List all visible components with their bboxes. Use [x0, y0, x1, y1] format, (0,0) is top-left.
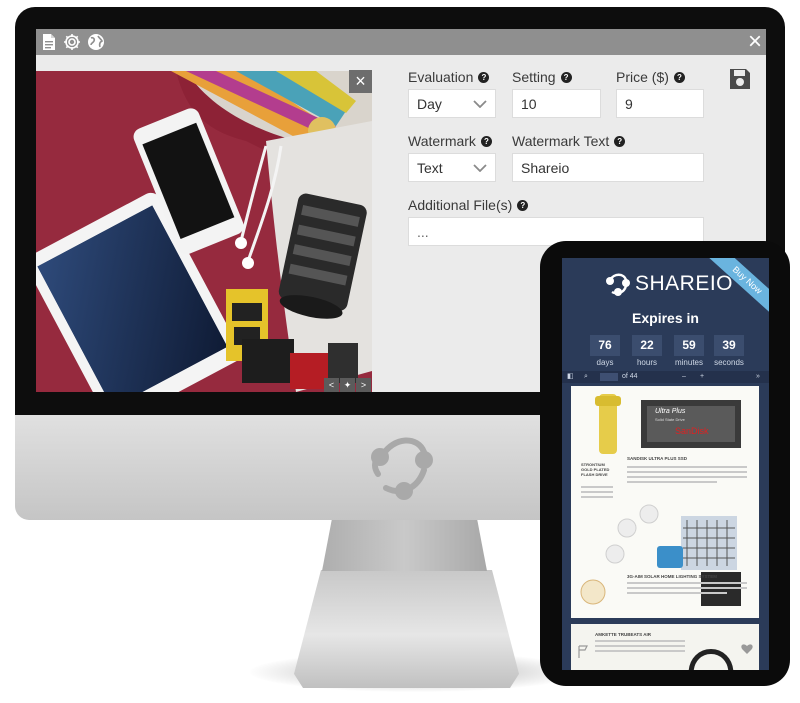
help-icon[interactable]: ?	[673, 71, 685, 83]
shareio-logo-icon	[606, 273, 630, 296]
countdown-unit: hours	[636, 358, 657, 367]
countdown-hours: 22 hours	[632, 335, 662, 367]
phone-screen: Buy Now SHAREIO Expires in 76 days 22 ho…	[562, 258, 769, 670]
text-line	[627, 466, 747, 468]
watermark-text-value: Shareio	[521, 159, 570, 176]
help-icon[interactable]: ?	[614, 135, 626, 147]
evaluation-select[interactable]: Day	[408, 89, 496, 118]
text-line	[627, 471, 747, 473]
preview-image	[36, 71, 372, 392]
preview-fit-button[interactable]: ✦	[340, 378, 355, 392]
page-count: of 44	[622, 373, 638, 380]
watermark-text-label-text: Watermark Text	[512, 133, 610, 149]
more-tools-icon[interactable]: »	[756, 371, 760, 383]
help-icon[interactable]: ?	[478, 71, 490, 83]
preview-next-button[interactable]: >	[356, 378, 371, 392]
price-label-text: Price ($)	[616, 69, 669, 85]
monitor-stand-neck	[322, 519, 487, 571]
countdown-value: 39	[714, 335, 744, 356]
text-line	[627, 592, 727, 594]
chevron-down-icon	[473, 99, 487, 108]
setting-label: Setting ?	[512, 69, 572, 85]
additional-files-value: ...	[417, 223, 429, 240]
countdown-minutes: 59 minutes	[674, 335, 704, 367]
zoom-in-icon[interactable]: +	[700, 371, 704, 383]
ssd-brand: SanDisk	[675, 426, 709, 436]
monitor-stand-base	[294, 570, 519, 688]
setting-value: 10	[521, 95, 537, 112]
evaluation-value: Day	[417, 95, 442, 112]
countdown-unit: seconds	[714, 358, 744, 367]
expires-label: Expires in	[632, 310, 699, 326]
text-line	[581, 491, 613, 493]
help-icon[interactable]: ?	[560, 71, 572, 83]
flag-icon[interactable]	[578, 645, 588, 658]
document-icon[interactable]	[39, 32, 59, 52]
floppy-disk-icon[interactable]	[728, 67, 752, 91]
setting-input[interactable]: 10	[512, 89, 601, 118]
watermark-text-input[interactable]: Shareio	[512, 153, 704, 182]
shareio-logo-icon	[371, 437, 433, 500]
text-line	[627, 481, 717, 483]
chevron-down-icon	[473, 163, 487, 172]
help-icon[interactable]: ?	[517, 199, 529, 211]
page-number-input[interactable]	[600, 373, 618, 381]
ssd-subtitle: Solid State Drive	[655, 417, 685, 422]
price-input[interactable]: 9	[616, 89, 704, 118]
countdown-days: 76 days	[590, 335, 620, 367]
zoom-out-icon[interactable]: –	[682, 371, 686, 383]
countdown-value: 76	[590, 335, 620, 356]
text-line	[627, 476, 747, 478]
help-icon[interactable]: ?	[480, 135, 492, 147]
watermark-value: Text	[417, 159, 443, 176]
shareio-brand: SHAREIO	[605, 272, 733, 296]
countdown-unit: days	[596, 358, 614, 367]
price-value: 9	[625, 95, 633, 112]
text-line	[627, 582, 747, 584]
globe-icon[interactable]	[86, 32, 106, 52]
price-label: Price ($) ?	[616, 69, 685, 85]
text-line	[627, 587, 747, 589]
countdown-unit: minutes	[674, 358, 703, 367]
pdf-page-2: AMKETTE TRUBEATS AIR	[571, 624, 759, 670]
preview-prev-button[interactable]: <	[324, 378, 339, 392]
ssd-title: SANDISK ULTRA PLUS SSD	[627, 456, 688, 461]
pdf-page: Ultra Plus Solid State Drive SanDisk SAN…	[571, 386, 759, 618]
heart-icon[interactable]	[741, 644, 753, 654]
evaluation-label: Evaluation ?	[408, 69, 490, 85]
countdown-seconds: 39 seconds	[714, 335, 744, 367]
solar-title: 3G-AIM SOLAR HOME LIGHTING SYSTEM	[627, 574, 718, 579]
additional-files-label-text: Additional File(s)	[408, 197, 513, 213]
countdown-value: 59	[674, 335, 704, 356]
preview-close-button[interactable]: ×	[349, 70, 372, 93]
top-toolbar	[36, 29, 766, 55]
evaluation-label-text: Evaluation	[408, 69, 474, 85]
watermark-label: Watermark ?	[408, 133, 492, 149]
brand-name: SHAREIO	[635, 272, 734, 295]
watermark-select[interactable]: Text	[408, 153, 496, 182]
watermark-label-text: Watermark	[408, 133, 476, 149]
ssd-name: Ultra Plus	[655, 408, 686, 415]
pdf-toolbar: ◧ ⌕ of 44 – + »	[562, 371, 769, 383]
search-icon[interactable]: ⌕	[584, 371, 588, 383]
countdown-value: 22	[632, 335, 662, 356]
close-icon[interactable]: ×	[744, 30, 766, 54]
preview-navigation: < ✦ >	[324, 378, 372, 392]
sidebar-toggle-icon[interactable]: ◧	[567, 371, 574, 383]
gear-icon[interactable]	[62, 32, 82, 52]
watermark-text-label: Watermark Text ?	[512, 133, 626, 149]
setting-label-text: Setting	[512, 69, 556, 85]
flash-title: STRONTIUM GOLD PLATED FLASH DRIVE	[581, 462, 610, 477]
additional-files-label: Additional File(s) ?	[408, 197, 529, 213]
text-line	[581, 496, 613, 498]
text-line	[581, 486, 613, 488]
